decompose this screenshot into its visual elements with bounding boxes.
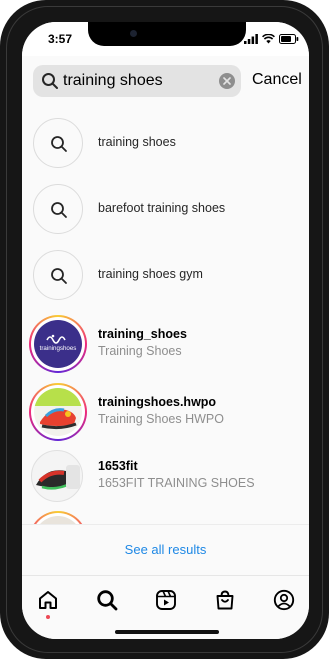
reels-icon <box>156 590 176 610</box>
account-row[interactable]: trainingshoes.hwpo Training Shoes HWPO <box>22 376 309 441</box>
account-username: trainingshoes.hwpo <box>98 395 217 409</box>
battery-icon <box>279 34 299 44</box>
home-indicator <box>115 630 219 634</box>
search-icon <box>51 268 67 284</box>
avatar: trainingshoes <box>34 320 82 368</box>
cancel-button[interactable]: Cancel <box>252 71 302 89</box>
avatar <box>31 450 83 502</box>
search-results-list: training shoes barefoot training shoes t… <box>22 110 309 544</box>
story-ring: trainingshoes <box>29 315 87 373</box>
suggestion-row[interactable]: barefoot training shoes <box>22 176 309 242</box>
shop-icon <box>216 590 234 610</box>
account-row[interactable]: 1653fit 1653FIT TRAINING SHOES <box>22 440 309 504</box>
bottom-tab-bar <box>22 575 309 639</box>
notch <box>88 22 246 46</box>
suggestion-text: training shoes <box>98 135 176 149</box>
suggestion-search-icon-wrap <box>33 184 83 234</box>
clear-search-button[interactable] <box>219 73 235 89</box>
search-icon <box>42 73 58 89</box>
search-icon <box>51 202 67 218</box>
tab-home[interactable] <box>34 586 62 619</box>
story-ring <box>29 383 87 441</box>
account-fullname: Training Shoes <box>98 344 182 358</box>
tab-shop[interactable] <box>211 586 239 614</box>
search-box[interactable] <box>33 65 241 97</box>
screen: 3:57 Cancel traini <box>22 22 309 639</box>
signal-icon <box>244 34 258 44</box>
tab-search[interactable] <box>93 586 121 614</box>
search-header: Cancel <box>22 56 309 112</box>
suggestion-row[interactable]: training shoes <box>22 110 309 176</box>
phone-frame: 3:57 Cancel traini <box>0 0 329 659</box>
see-all-results-link[interactable]: See all results <box>22 542 309 557</box>
notification-dot <box>46 615 50 619</box>
account-fullname: 1653FIT TRAINING SHOES <box>98 476 255 490</box>
account-username: training_shoes <box>98 327 187 341</box>
account-username: 1653fit <box>98 459 138 473</box>
wifi-icon <box>262 34 275 44</box>
tab-reels[interactable] <box>152 586 180 614</box>
suggestion-row[interactable]: training shoes gym <box>22 242 309 308</box>
status-bar: 3:57 <box>22 22 309 56</box>
home-icon <box>39 591 57 609</box>
camera-icon <box>130 30 137 37</box>
close-icon <box>223 77 231 85</box>
trainingshoes-logo: trainingshoes <box>40 334 77 352</box>
svg-text:trainingshoes: trainingshoes <box>40 345 77 352</box>
profile-icon <box>273 589 295 611</box>
see-all-bar: See all results <box>22 524 309 575</box>
status-time: 3:57 <box>48 32 73 46</box>
suggestion-search-icon-wrap <box>33 250 83 300</box>
account-fullname: Training Shoes HWPO <box>98 412 224 426</box>
suggestion-text: barefoot training shoes <box>98 201 226 215</box>
shoe-image <box>36 465 80 490</box>
search-icon <box>97 590 118 611</box>
avatar <box>34 388 82 436</box>
shoe-image <box>34 388 82 430</box>
search-icon <box>51 136 67 152</box>
search-input[interactable] <box>63 65 213 97</box>
tab-profile[interactable] <box>270 586 298 614</box>
suggestion-text: training shoes gym <box>98 267 203 281</box>
suggestion-search-icon-wrap <box>33 118 83 168</box>
account-row[interactable]: trainingshoes training_shoes Training Sh… <box>22 308 309 376</box>
status-icons <box>244 33 299 45</box>
